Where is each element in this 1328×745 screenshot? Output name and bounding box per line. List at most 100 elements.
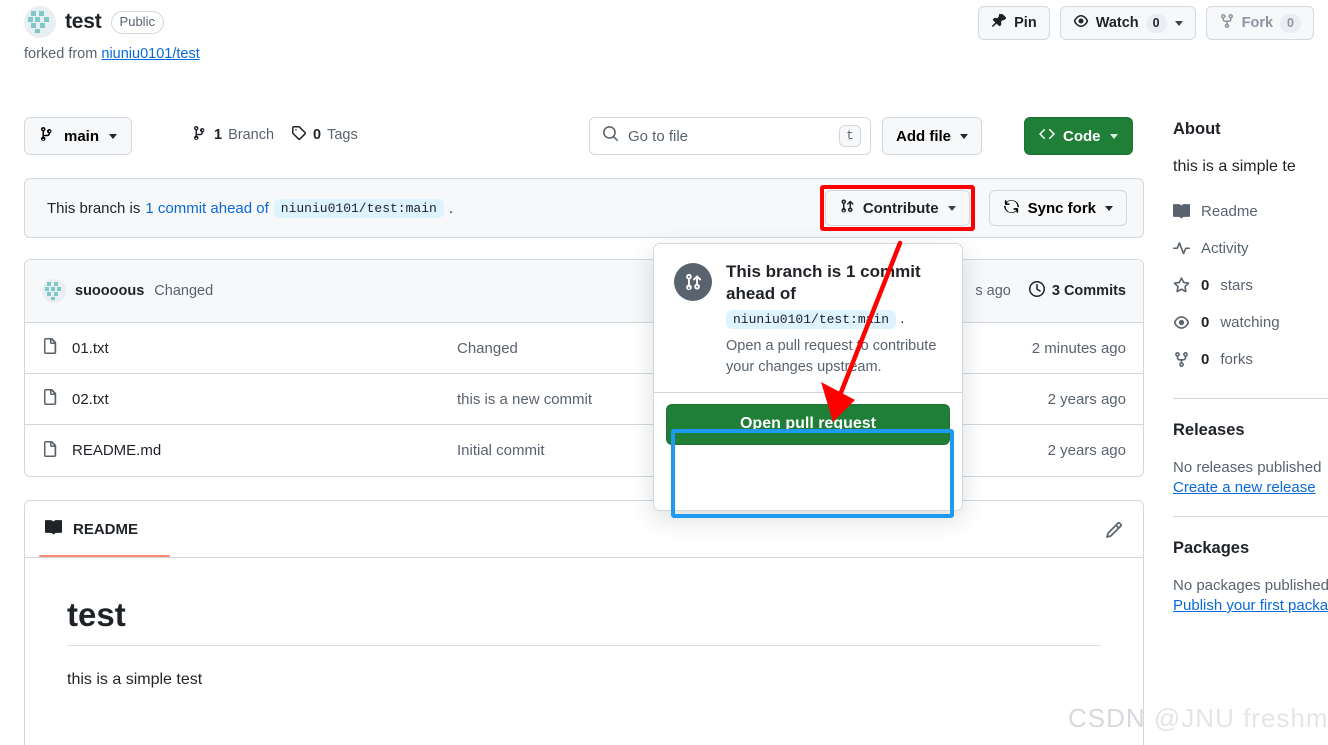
sidebar-item-forks[interactable]: 0 forks <box>1173 341 1328 378</box>
file-list: suoooous Changed s ago 3 Commits 01.txt … <box>24 259 1144 477</box>
forks-count: 0 <box>1201 351 1210 368</box>
branch-selector[interactable]: main <box>24 117 133 155</box>
watch-button[interactable]: Watch 0 <box>1059 6 1196 40</box>
watching-count: 0 <box>1201 314 1210 331</box>
readme-tab-label: README <box>73 521 139 538</box>
file-commit-time: 2 minutes ago <box>1031 339 1126 357</box>
add-file-button[interactable]: Add file <box>882 117 982 155</box>
file-name: 02.txt <box>72 390 109 408</box>
tag-icon <box>291 125 307 145</box>
eye-icon <box>1073 13 1089 33</box>
watch-count: 0 <box>1145 13 1167 33</box>
book-icon <box>45 519 63 540</box>
readme-heading: test <box>67 596 1101 646</box>
repo-avatar <box>24 6 56 38</box>
watch-label: Watch <box>1095 15 1139 31</box>
fork-label: Fork <box>1241 15 1274 31</box>
code-button[interactable]: Code <box>1024 117 1133 155</box>
fork-button[interactable]: Fork 0 <box>1205 6 1314 40</box>
repo-header: test Public forked from niuniu0101/test … <box>24 4 1314 62</box>
search-icon <box>602 125 619 147</box>
branches-link[interactable]: 1 Branch <box>192 125 274 145</box>
table-row[interactable]: README.md Initial commit 2 years ago <box>25 425 1143 476</box>
contribute-button[interactable]: Contribute <box>824 190 970 226</box>
readme-content: test this is a simple test <box>25 558 1143 689</box>
create-release-link[interactable]: Create a new release <box>1173 479 1328 496</box>
repo-toolbar: main 1 Branch 0 Tags Go to file t Add fi… <box>24 117 1144 155</box>
file-name-cell[interactable]: README.md <box>42 440 457 461</box>
chevron-down-icon <box>1109 133 1118 139</box>
forked-from: forked from niuniu0101/test <box>24 46 1314 62</box>
tags-link[interactable]: 0 Tags <box>291 125 358 145</box>
popover-footer: Open pull request <box>654 391 962 456</box>
commit-time: s ago <box>975 283 1011 299</box>
about-description: this is a simple te <box>1173 158 1296 175</box>
readme-header-divider <box>25 557 1143 558</box>
sidebar-item-activity[interactable]: Activity <box>1173 230 1328 267</box>
contribute-label: Contribute <box>862 199 939 217</box>
latest-commit-header: suoooous Changed s ago 3 Commits <box>25 260 1143 323</box>
open-pull-request-button[interactable]: Open pull request <box>666 403 950 445</box>
repo-meta-links: 1 Branch 0 Tags <box>192 125 358 145</box>
chevron-down-icon <box>109 133 118 139</box>
branch-name: main <box>64 127 100 145</box>
file-commit-time: 2 years ago <box>1047 390 1126 408</box>
code-label: Code <box>1063 127 1101 145</box>
table-row[interactable]: 01.txt Changed 2 minutes ago <box>25 323 1143 374</box>
file-commit-time: 2 years ago <box>1047 442 1126 459</box>
sidebar-item-stars[interactable]: 0 stars <box>1173 267 1328 304</box>
star-icon <box>1173 277 1190 294</box>
publish-package-link[interactable]: Publish your first packa <box>1173 597 1328 614</box>
popover-ref-line: niuniu0101/test:main . <box>726 309 942 329</box>
commits-ahead-link[interactable]: 1 commit ahead of <box>145 200 268 217</box>
pin-button[interactable]: Pin <box>978 6 1050 40</box>
contribute-highlight-wrap: Contribute <box>819 185 975 231</box>
commits-count-label: 3 Commits <box>1051 283 1126 299</box>
releases-empty-text: No releases published <box>1173 459 1322 476</box>
sidebar-item-watching[interactable]: 0 watching <box>1173 304 1328 341</box>
file-icon <box>42 389 58 409</box>
sidebar-item-readme[interactable]: Readme <box>1173 193 1328 230</box>
pin-label: Pin <box>1014 15 1037 31</box>
visibility-badge: Public <box>110 10 164 34</box>
tag-count-label: Tags <box>327 127 358 143</box>
forked-from-link[interactable]: niuniu0101/test <box>101 46 199 62</box>
commit-header-right: s ago 3 Commits <box>975 281 1126 301</box>
commits-count-link[interactable]: 3 Commits <box>1028 281 1126 301</box>
tag-count: 0 <box>313 127 322 143</box>
page-title[interactable]: test <box>65 10 102 34</box>
edit-readme-button[interactable] <box>1105 521 1123 539</box>
search-input[interactable]: Go to file t <box>589 117 871 155</box>
book-icon <box>1173 203 1190 220</box>
tab-readme[interactable]: README <box>45 501 138 558</box>
eye-icon <box>1173 314 1190 331</box>
chevron-down-icon <box>1105 205 1113 211</box>
about-links: Readme Activity 0 stars 0 watching 0 for… <box>1173 193 1328 378</box>
commit-message[interactable]: Changed <box>154 283 213 299</box>
header-actions: Pin Watch 0 Fork 0 <box>978 6 1314 40</box>
file-name-cell[interactable]: 01.txt <box>42 338 457 358</box>
branch-icon <box>39 126 55 146</box>
code-icon <box>1039 126 1055 146</box>
sync-fork-button[interactable]: Sync fork <box>988 190 1127 226</box>
releases-section: Releases No releases published Create a … <box>1173 421 1328 496</box>
forked-from-label: forked from <box>24 46 98 62</box>
table-row[interactable]: 02.txt this is a new commit 2 years ago <box>25 374 1143 425</box>
branch-count-label: Branch <box>228 127 275 143</box>
pin-icon <box>991 13 1007 33</box>
sidebar-item-label: Activity <box>1201 240 1249 257</box>
about-title: About <box>1173 120 1221 138</box>
file-name: README.md <box>72 442 162 459</box>
branch-status-text: This branch is 1 commit ahead of niuniu0… <box>47 198 453 218</box>
search-shortcut-badge: t <box>839 125 861 147</box>
readme-header: README <box>25 501 1143 558</box>
sidebar-item-label: Readme <box>1201 203 1258 220</box>
commit-author[interactable]: suoooous <box>75 283 144 299</box>
branch-status-suffix: . <box>448 199 453 217</box>
sidebar-item-label: watching <box>1220 314 1280 331</box>
file-name-cell[interactable]: 02.txt <box>42 389 457 409</box>
sync-fork-label: Sync fork <box>1027 199 1096 217</box>
chevron-down-icon <box>960 133 968 139</box>
file-name: 01.txt <box>72 339 109 357</box>
branch-count: 1 <box>214 127 223 143</box>
